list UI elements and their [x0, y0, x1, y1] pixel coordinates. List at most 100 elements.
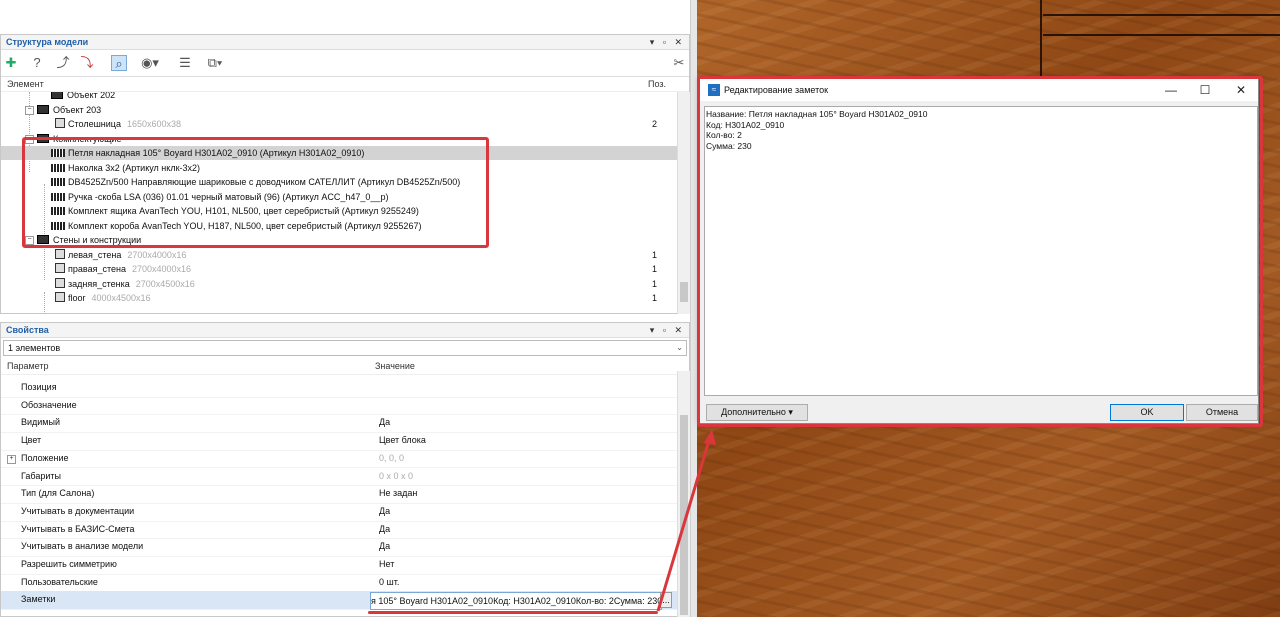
tree-header: Элемент Поз.	[1, 77, 689, 92]
property-name: Разрешить симметрию	[21, 559, 117, 569]
tree-row-content: левая_стена 2700x4000x16	[55, 248, 186, 262]
annotation-box-dialog	[697, 76, 1263, 427]
tree-row-label: Столешница	[68, 119, 121, 129]
annotation-arrow	[656, 429, 716, 612]
property-value[interactable]: Нет	[379, 556, 394, 574]
settings-icon[interactable]: ✂	[671, 55, 687, 71]
tree-row-content: задняя_стенка 2700x4500x16	[55, 277, 195, 291]
tree-row-dimensions: 4000x4500x16	[91, 293, 151, 303]
tree-row-label: Объект 202	[67, 92, 116, 100]
property-name: Обозначение	[21, 399, 77, 410]
property-name: Цвет	[21, 435, 42, 446]
tree-row[interactable]: левая_стена 2700x4000x16 1	[1, 248, 677, 262]
property-row[interactable]: + Положение 0, 0, 0	[1, 450, 677, 469]
panel-controls[interactable]: ▾ ▫ ✕	[650, 35, 685, 50]
top-blank-area	[0, 0, 690, 32]
panel-icon	[55, 292, 65, 302]
model-structure-title: Структура модели	[6, 37, 89, 47]
property-value[interactable]: Не задан	[379, 485, 417, 503]
panel-icon	[55, 118, 65, 128]
tree-scrollbar[interactable]	[677, 92, 690, 314]
property-row[interactable]: Габариты 0 x 0 x 0	[1, 468, 677, 487]
property-row[interactable]: Пользовательские 0 шт.	[1, 574, 677, 593]
panel-icon	[55, 263, 65, 273]
panel-controls[interactable]: ▾ ▫ ✕	[650, 323, 685, 338]
selection-combo-value: 1 элементов	[8, 343, 61, 353]
property-name: Габариты	[21, 470, 61, 481]
annotation-box-components	[22, 137, 489, 248]
tree-row-label: левая_стена	[68, 249, 122, 260]
property-value[interactable]: Да	[379, 503, 390, 521]
tree-row[interactable]: Объект 202	[1, 92, 677, 102]
property-value[interactable]: 0, 0, 0	[379, 450, 404, 468]
property-value[interactable]: Цвет блока	[379, 432, 426, 450]
column-element[interactable]: Элемент	[7, 79, 44, 89]
column-param[interactable]: Параметр	[7, 361, 49, 371]
disconnect-icon[interactable]: ⤵	[79, 55, 95, 71]
property-value[interactable]: 0 шт.	[379, 574, 399, 592]
view-icon[interactable]: ◉▾	[137, 55, 163, 71]
tree-row[interactable]: Столешница 1650x600x38 2	[1, 117, 677, 131]
tree-scrollbar-thumb[interactable]	[680, 282, 688, 302]
cabinet-edge	[1043, 14, 1280, 36]
tree-row-content: правая_стена 2700x4000x16	[55, 262, 191, 276]
column-value[interactable]: Значение	[375, 358, 415, 374]
panel-icon	[55, 277, 65, 288]
tree-row-content: Столешница 1650x600x38	[55, 117, 181, 131]
property-row[interactable]: Видимый Да	[1, 414, 677, 434]
property-name: Тип (для Салона)	[21, 488, 95, 499]
property-row[interactable]: Учитывать в анализе модели Да	[1, 538, 677, 557]
collapse-icon[interactable]: −	[25, 105, 34, 115]
property-name: Учитывать в анализе модели	[21, 541, 144, 552]
help-node-icon[interactable]: ?	[29, 55, 45, 71]
property-value[interactable]: Да	[379, 538, 390, 556]
connect-icon[interactable]: ⤴	[55, 55, 71, 71]
property-row[interactable]: Учитывать в БАЗИС-Смета Да	[1, 521, 677, 540]
tree-row-pos: 1	[652, 278, 658, 289]
tree-row-content: floor 4000x4500x16	[55, 291, 151, 305]
find-icon[interactable]: ⌕	[111, 55, 127, 71]
property-name: Учитывать в документации	[21, 505, 135, 516]
properties-title-bar: Свойства ▾ ▫ ✕	[1, 323, 689, 338]
property-name: Заметки	[21, 594, 56, 605]
tree-row[interactable]: floor 4000x4500x16 1	[1, 291, 677, 305]
property-row[interactable]: Разрешить симметрию Нет	[1, 556, 677, 575]
add-node-icon[interactable]: ✚	[3, 55, 19, 71]
properties-panel: Свойства ▾ ▫ ✕ 1 элементов ⌄ Параметр Зн…	[0, 322, 690, 617]
assembly-icon	[51, 92, 63, 99]
tree-row-dimensions: 1650x600x38	[126, 119, 182, 129]
tree-row-dimensions: 2700x4500x16	[135, 278, 195, 289]
group-icon[interactable]: ⧉▾	[201, 55, 229, 71]
tree-row-content: Объект 203	[37, 103, 107, 117]
property-name: Видимый	[21, 417, 60, 428]
tree-row[interactable]: − Объект 203	[1, 103, 677, 117]
tree-row-pos: 1	[652, 293, 658, 303]
property-value[interactable]: 0 x 0 x 0	[379, 468, 413, 486]
property-value[interactable]: Да	[379, 414, 390, 432]
model-structure-title-bar: Структура модели ▾ ▫ ✕	[1, 35, 689, 50]
list-icon[interactable]: ☰	[177, 55, 193, 71]
tree-row[interactable]: правая_стена 2700x4000x16 1	[1, 262, 677, 276]
annotation-underline	[368, 611, 658, 614]
tree-row-pos: 1	[652, 249, 658, 260]
column-pos[interactable]: Поз.	[648, 77, 666, 91]
property-value[interactable]: Да	[379, 521, 390, 539]
notes-value-field[interactable]: я 105° Boyard H301A02_0910Код: H301A02_0…	[370, 592, 662, 610]
property-row[interactable]: Позиция	[1, 379, 677, 398]
tree-row-label: задняя_стенка	[68, 278, 130, 289]
property-row[interactable]: Обозначение	[1, 397, 677, 416]
selection-combo[interactable]: 1 элементов ⌄	[3, 340, 687, 356]
tree-row-pos: 2	[652, 119, 658, 129]
property-name: Позиция	[21, 382, 57, 392]
panel-icon	[55, 248, 65, 259]
property-row[interactable]: Цвет Цвет блока	[1, 432, 677, 451]
tree-row[interactable]: задняя_стенка 2700x4500x16 1	[1, 277, 677, 291]
property-row[interactable]: Тип (для Салона) Не задан	[1, 485, 677, 504]
tree-row-content: Объект 202	[51, 92, 121, 102]
property-row[interactable]: Учитывать в документации Да	[1, 503, 677, 522]
properties-body: Позиция Обозначение Видимый Да Цвет Цвет блок…	[1, 379, 691, 619]
tree-row-label: floor	[68, 293, 86, 303]
tree-row-dimensions: 2700x4000x16	[127, 249, 187, 260]
expand-icon[interactable]: +	[7, 454, 16, 464]
property-name: Учитывать в БАЗИС-Смета	[21, 523, 135, 534]
